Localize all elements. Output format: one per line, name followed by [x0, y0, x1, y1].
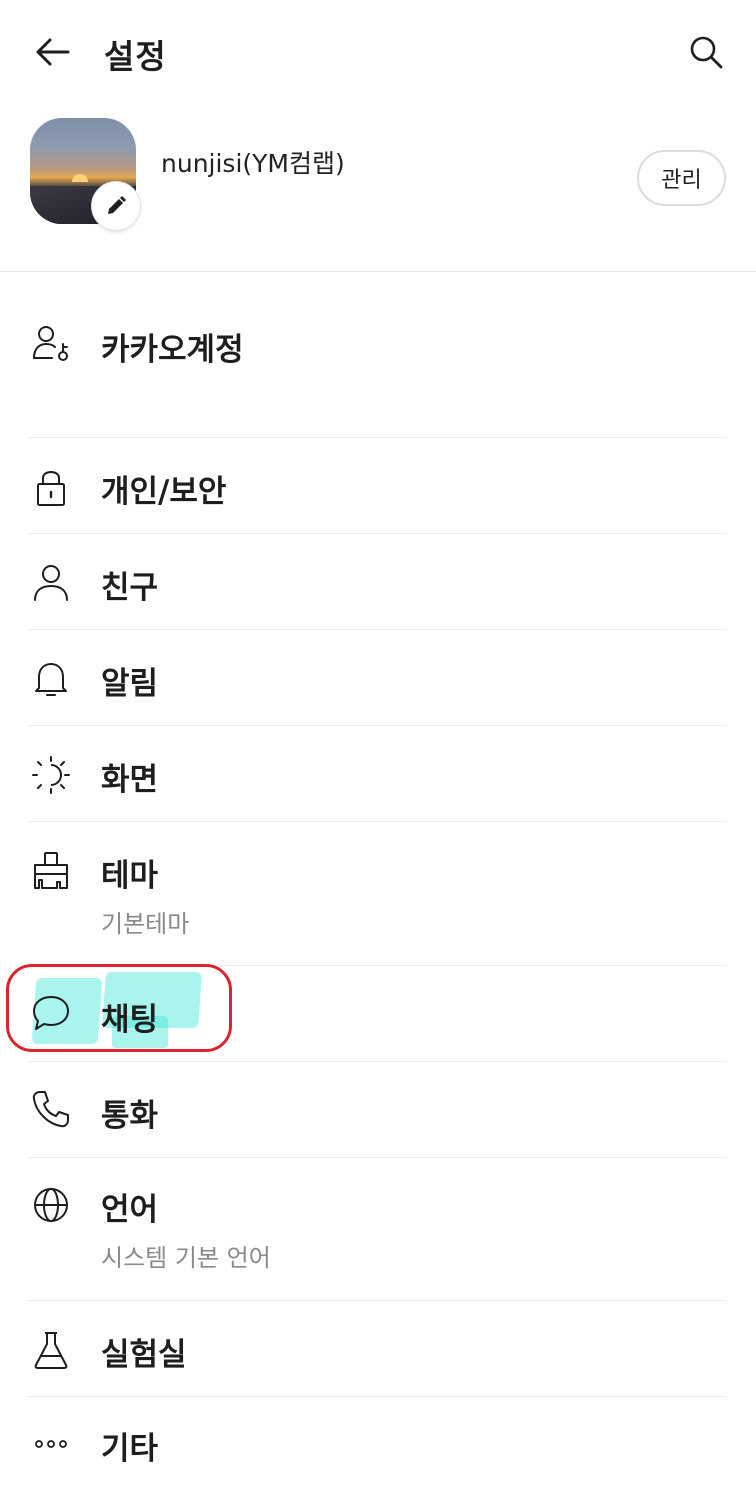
search-button[interactable]: [684, 30, 728, 74]
menu-item-theme[interactable]: 테마 기본테마: [0, 822, 756, 965]
profile-section: nunjisi(YM컴랩) 관리: [0, 104, 756, 272]
globe-icon: [30, 1184, 72, 1226]
menu-item-label: 기타: [101, 1431, 159, 1467]
menu-item-etc[interactable]: 기타: [0, 1397, 756, 1492]
app-header: 설정: [0, 0, 756, 104]
menu-item-sub: 시스템 기본 언어: [101, 1244, 271, 1272]
more-dots-icon: [30, 1423, 72, 1465]
menu-item-display[interactable]: 화면: [0, 726, 756, 821]
brightness-icon: [30, 754, 72, 796]
menu-item-label: 친구: [101, 570, 159, 606]
menu-item-label: 카카오계정: [101, 332, 244, 368]
account-key-icon: [30, 322, 72, 364]
edit-profile-button[interactable]: [92, 182, 140, 230]
menu-item-privacy-security[interactable]: 개인/보안: [0, 438, 756, 533]
sunset-sun: [72, 174, 88, 182]
annotation-highlight-box: [6, 964, 232, 1052]
bell-icon: [30, 658, 72, 700]
menu-item-language[interactable]: 언어 시스템 기본 언어: [0, 1158, 756, 1300]
menu-item-friends[interactable]: 친구: [0, 534, 756, 629]
phone-icon: [30, 1088, 72, 1130]
menu-item-label: 화면: [101, 762, 159, 798]
lock-icon: [30, 466, 72, 508]
profile-name: nunjisi(YM컴랩): [161, 149, 345, 178]
back-button[interactable]: [30, 32, 74, 72]
menu-item-sub: 기본테마: [101, 910, 190, 938]
menu-item-notifications[interactable]: 알림: [0, 630, 756, 725]
menu-item-kakao-account[interactable]: 카카오계정: [0, 272, 756, 437]
menu-item-label: 언어: [101, 1192, 159, 1228]
menu-item-label: 개인/보안: [101, 474, 227, 510]
menu-item-lab[interactable]: 실험실: [0, 1301, 756, 1396]
menu-item-label: 테마: [101, 858, 159, 894]
pencil-icon: [108, 196, 126, 214]
person-icon: [30, 562, 72, 604]
menu-item-label: 알림: [101, 666, 159, 702]
menu-item-label: 실험실: [101, 1337, 187, 1373]
page-title: 설정: [104, 37, 167, 76]
arrow-left-icon: [36, 38, 70, 66]
paintbrush-icon: [30, 850, 72, 892]
manage-button[interactable]: 관리: [637, 150, 726, 206]
menu-item-label: 통화: [101, 1098, 159, 1134]
menu-item-call[interactable]: 통화: [0, 1062, 756, 1157]
flask-icon: [30, 1329, 72, 1371]
search-icon: [690, 36, 723, 69]
